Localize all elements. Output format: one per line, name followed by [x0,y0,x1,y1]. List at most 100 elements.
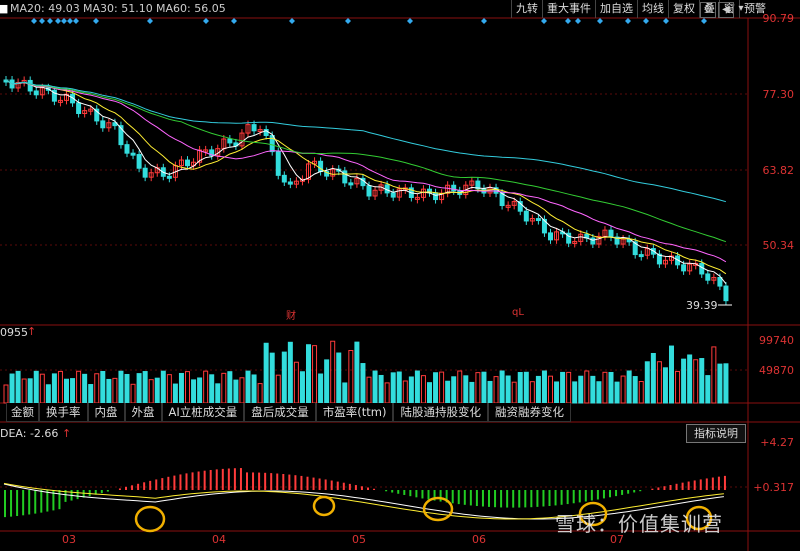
volume-bar [408,376,414,404]
volume-bar [481,371,487,404]
event-diamond[interactable] [597,18,603,24]
event-diamond[interactable] [61,18,67,24]
candle [608,229,614,238]
event-diamond[interactable] [663,18,669,24]
candle [227,138,233,144]
volume-bar [33,370,39,404]
tab-pe-ttm[interactable]: 市盈率(ttm) [315,403,394,422]
tab-northbound[interactable]: 陆股通持股变化 [393,403,488,422]
volume-label: 0955 [0,326,28,339]
volume-bar [523,371,529,404]
event-diamond[interactable] [541,18,547,24]
volume-bar [287,341,293,404]
moving-average-lines [5,79,727,285]
jiuzhuan-button[interactable]: 九转 [511,0,542,18]
volume-bar [541,370,547,404]
volume-bar [505,375,511,404]
chevron-down-icon[interactable]: ▾ [734,2,748,16]
tab-outer[interactable]: 外盘 [124,403,162,422]
volume-bar [293,361,299,404]
indicator-help-button[interactable]: 指标说明 [686,424,746,443]
volume-bar [669,345,674,404]
date-label: 04 [212,533,226,546]
volume-bar [493,376,499,404]
event-diamond[interactable] [643,18,649,24]
volume-bar [427,382,432,404]
volume-bar [233,379,239,404]
volume-up-arrow-icon: ↑ [27,325,37,338]
tab-margin[interactable]: 融资融券变化 [487,403,571,422]
price-axis-label: 77.30 [762,88,795,101]
volume-bar [378,374,384,404]
volume-bar [390,372,396,404]
chevron-left-icon[interactable]: ◀ [718,2,734,18]
volume-bar [70,378,76,404]
volume-bar [402,380,408,404]
event-diamond[interactable] [147,18,153,24]
major-events-button[interactable]: 重大事件 [542,0,595,18]
candle [33,90,39,96]
volume-bar [475,372,481,404]
volume-axis-label: 99740 [759,334,794,347]
event-diamond[interactable] [93,18,99,24]
event-diamond[interactable] [231,18,237,24]
dea-label: DEA: -2.66 [0,427,59,440]
candle [27,79,33,92]
candle [390,192,396,198]
volume-bar [439,371,445,404]
event-diamond[interactable] [289,18,295,24]
highlight-circle [312,495,336,517]
candle [705,273,711,281]
event-diamond[interactable] [73,18,79,24]
candle [638,254,644,258]
volume-bar [136,373,142,404]
event-diamond[interactable] [345,18,351,24]
volume-bar [299,371,305,404]
event-diamond[interactable] [67,18,73,24]
event-diamond[interactable] [625,18,631,24]
event-diamond[interactable] [39,18,45,24]
moving-average-button[interactable]: 均线 [637,0,668,18]
add-watchlist-button[interactable]: 加自选 [595,0,637,18]
event-diamond[interactable] [203,18,209,24]
event-diamond[interactable] [31,18,37,24]
tab-amount[interactable]: 金额 [6,403,39,422]
dea-up-arrow-icon: ↑ [62,427,72,440]
volume-bar [215,383,221,404]
settings-icon[interactable]: ⚙ [700,2,716,18]
tab-inner[interactable]: 内盘 [87,403,125,422]
volume-bar [9,373,15,404]
tab-turnover[interactable]: 换手率 [39,403,88,422]
volume-bar [699,358,705,404]
volume-bar [602,371,608,404]
event-diamond[interactable] [47,18,53,24]
volume-bar [172,383,178,404]
event-diamond[interactable] [407,18,413,24]
volume-bar [306,344,311,404]
volume-bar [644,361,650,404]
event-diamond[interactable] [575,18,581,24]
candle [499,192,505,207]
volume-bar [420,375,426,404]
ma20-label: MA20: 49.03 [10,2,80,15]
volume-bar [191,379,197,404]
volume-bar [620,375,626,404]
event-diamonds[interactable] [31,18,707,24]
stock-chart[interactable] [0,0,800,551]
tab-after-hours[interactable]: 盘后成交量 [244,403,316,422]
volume-bar [711,346,717,404]
tab-ai-volume[interactable]: AI立桩成交量 [161,403,245,422]
event-diamond[interactable] [701,18,707,24]
volume-bar [154,377,160,404]
volume-bar [251,374,257,404]
candlestick-series [3,76,729,305]
volume-bar [656,361,662,404]
adjust-button[interactable]: 复权 [668,0,699,18]
event-marker[interactable]: qL [512,307,524,318]
financial-report-marker[interactable]: 财 [286,307,296,322]
event-diamond[interactable] [481,18,487,24]
volume-bar [614,381,620,404]
event-diamond[interactable] [55,18,61,24]
volume-bar [178,372,184,404]
event-diamond[interactable] [565,18,571,24]
